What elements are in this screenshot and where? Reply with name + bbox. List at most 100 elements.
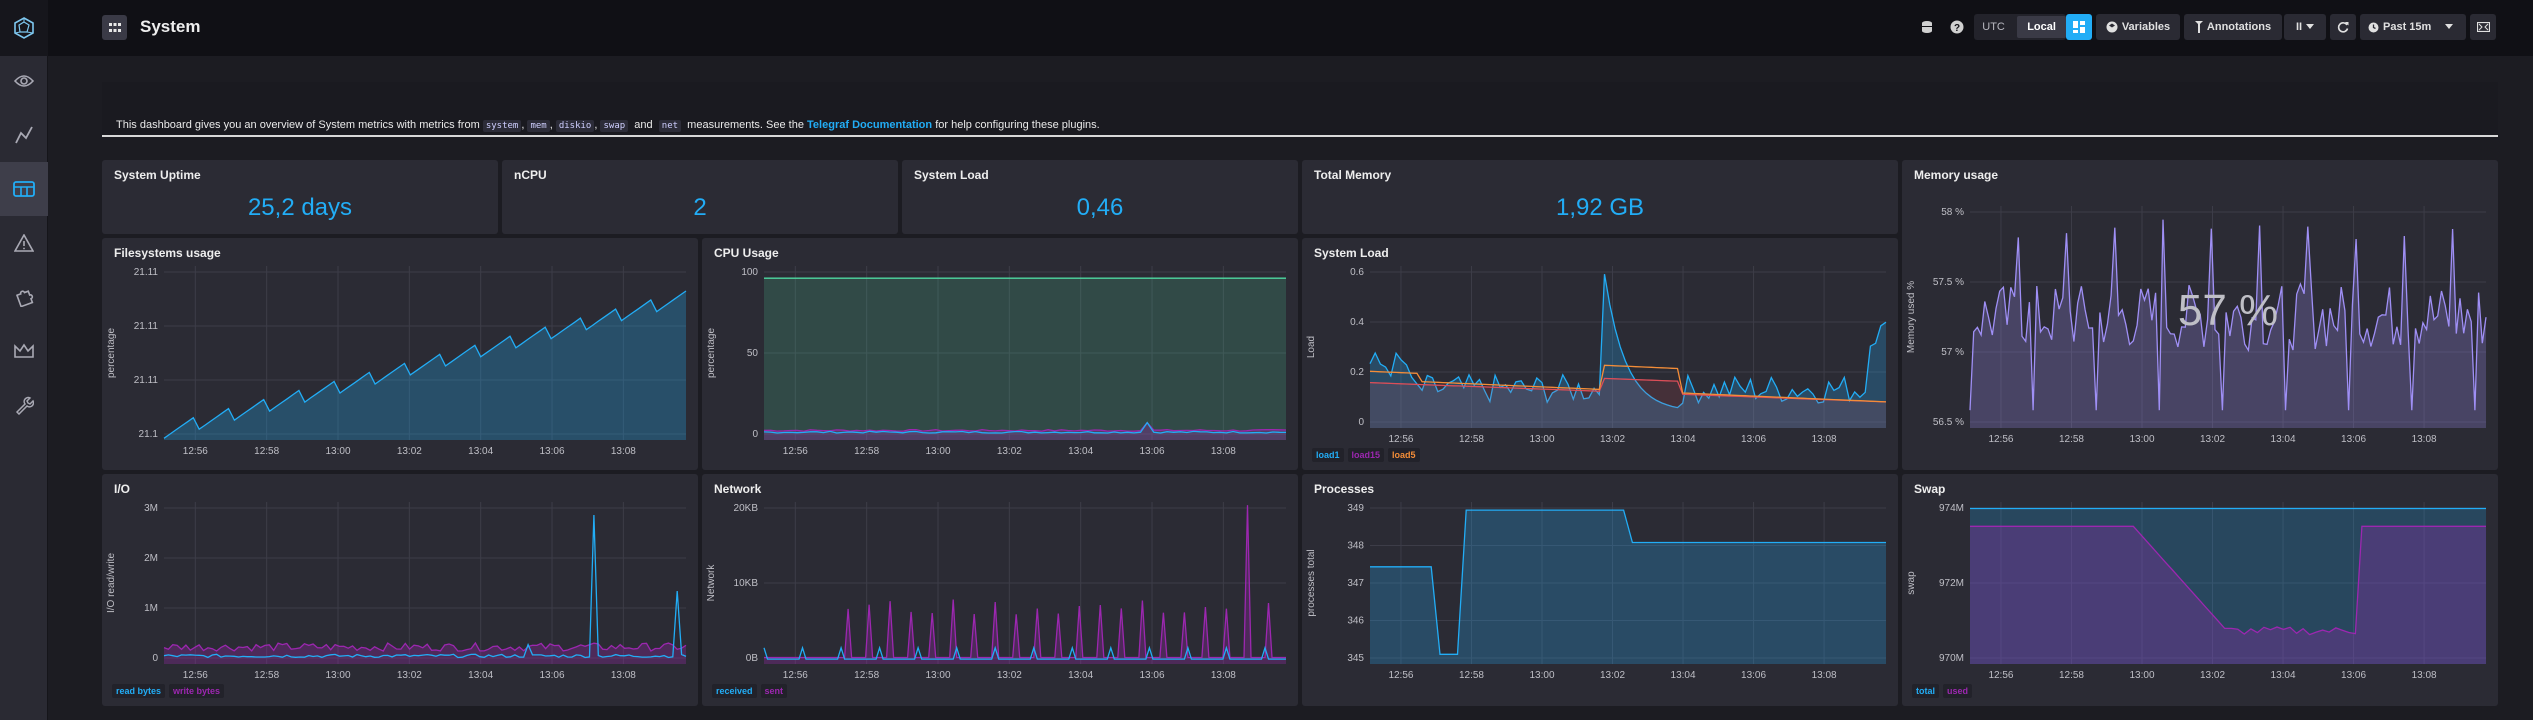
app-logo-icon[interactable] (0, 0, 48, 56)
io-graph-svg: I/O read/write 3M 2M 1M 0 12:56 12:58 13:00 13:0… (106, 502, 687, 681)
annotations-label: Annotations (2206, 21, 2272, 33)
legend-item[interactable]: sent (760, 684, 788, 698)
x-tick-label: 13:06 (1741, 670, 1766, 681)
x-tick-label: 13:00 (1529, 670, 1554, 681)
presentation-mode-button[interactable] (2470, 14, 2496, 40)
graph-panel-swap[interactable]: Swap swap 974M 972M 970M 12:56 12:58 13:00 13:02… (1902, 474, 2498, 706)
telegraf-docs-link[interactable]: Telegraf Documentation (807, 119, 932, 131)
legend-item[interactable]: used (1943, 684, 1973, 698)
eye-icon[interactable] (0, 54, 48, 108)
stat-panel-system-load: System Load 0,46 (902, 160, 1298, 234)
cpu-graph-svg: percentage 100 50 0 12:56 12:58 13:00 13:02 13:0… (706, 266, 1287, 457)
series-area (1370, 510, 1886, 664)
x-tick-label: 13:02 (2200, 670, 2225, 681)
x-tick-label: 12:56 (783, 446, 808, 457)
legend: load1 load15 load5 (1312, 448, 1420, 462)
time-range-dropdown[interactable]: Past 15m (2360, 14, 2466, 40)
y-tick-label: 21.11 (134, 375, 159, 386)
graph-panel-memory[interactable]: Memory usage Memory used % 58 % 57.5 % 57 % 5… (1902, 160, 2498, 470)
y-tick-label: 970M (1939, 653, 1964, 664)
series-area (164, 291, 686, 440)
annotations-button[interactable]: Annotations (2184, 14, 2282, 40)
puzzle-icon[interactable] (0, 270, 48, 324)
annotation-marker-icon (2194, 21, 2203, 33)
legend-item[interactable]: received (712, 684, 757, 698)
y-tick-label: 0 (752, 429, 758, 440)
x-tick-label: 13:06 (2341, 670, 2366, 681)
stat-value: 0,46 (1076, 194, 1124, 221)
grid-menu-icon (108, 22, 121, 32)
y-tick-label: 20KB (734, 503, 759, 514)
note-outro: for help configuring these plugins. (935, 119, 1100, 131)
note-see: measurements. See the (687, 119, 804, 131)
legend-item[interactable]: load1 (1312, 448, 1344, 462)
y-tick-label: 972M (1939, 578, 1964, 589)
x-tick-label: 13:08 (1812, 434, 1837, 445)
x-tick-label: 13:02 (397, 446, 422, 457)
alert-icon[interactable] (0, 216, 48, 270)
refresh-button[interactable] (2330, 14, 2356, 40)
y-tick-label: 58 % (1941, 207, 1964, 218)
legend-item[interactable]: total (1912, 684, 1939, 698)
y-tick-label: 0.4 (1350, 317, 1364, 328)
graph-panel-processes[interactable]: Processes processes total 349 348 347 346 345 1… (1302, 474, 1898, 706)
stat-panel-uptime: System Uptime 25,2 days (102, 160, 498, 234)
x-tick-label: 13:08 (1812, 670, 1837, 681)
graph-panel-system-load[interactable]: System Load Load 0.6 0.4 0.2 0 12:56 12:58 13:00… (1302, 238, 1898, 470)
legend-item[interactable]: write bytes (169, 684, 225, 698)
x-tick-label: 12:56 (783, 670, 808, 681)
y-tick-label: 0 (1358, 417, 1364, 428)
x-tick-label: 12:56 (1388, 434, 1413, 445)
x-tick-label: 12:56 (1988, 434, 2013, 445)
legend-item[interactable]: read bytes (112, 684, 166, 698)
dashboard-mode-button[interactable] (2066, 14, 2092, 40)
x-tick-label: 12:58 (1459, 670, 1484, 681)
measurement-diskio: diskio (555, 120, 595, 132)
cube-icon (2106, 21, 2118, 33)
panel-title: nCPU (514, 168, 547, 182)
help-icon[interactable]: ? (1946, 14, 1968, 40)
series-line (764, 505, 1286, 659)
crown-icon[interactable] (0, 324, 48, 378)
database-icon[interactable] (1916, 14, 1938, 40)
y-tick-label: 2M (144, 553, 158, 564)
y-tick-label: 21.11 (134, 321, 159, 332)
graph-panel-filesystems[interactable]: Filesystems usage percentage 21.11 21.11 21.… (102, 238, 698, 470)
autorefresh-dropdown[interactable]: II (2284, 14, 2326, 40)
y-tick-label: 0.2 (1350, 367, 1364, 378)
graph-panel-cpu[interactable]: CPU Usage percentage 100 50 0 12:56 12:58 13:00… (702, 238, 1298, 470)
y-axis-label: I/O read/write (106, 553, 117, 613)
x-tick-label: 12:56 (183, 670, 208, 681)
graph-panel-io[interactable]: I/O I/O read/write 3M 2M 1M 0 12:56 12:58 13:00 1… (102, 474, 698, 706)
y-tick-label: 974M (1939, 503, 1964, 514)
variables-button[interactable]: Variables (2096, 14, 2180, 40)
panel-title: System Uptime (114, 168, 201, 182)
note-separator: , (594, 119, 598, 131)
x-tick-label: 12:58 (254, 446, 279, 457)
stat-panel-total-memory: Total Memory 1,92 GB (1302, 160, 1898, 234)
wrench-icon[interactable] (0, 378, 48, 432)
measurement-mem: mem (527, 120, 550, 132)
x-tick-label: 12:58 (2059, 434, 2084, 445)
graph-icon[interactable] (0, 108, 48, 162)
measurement-system: system (482, 120, 522, 132)
legend-item[interactable]: load5 (1388, 448, 1420, 462)
x-tick-label: 13:04 (1671, 670, 1696, 681)
local-toggle[interactable]: Local (2017, 16, 2066, 38)
x-tick-label: 13:06 (1741, 434, 1766, 445)
y-tick-label: 347 (1347, 578, 1364, 589)
note-separator: , (549, 119, 553, 131)
utc-toggle[interactable]: UTC (1974, 21, 2013, 33)
x-tick-label: 13:00 (925, 446, 950, 457)
dashboard-menu-button[interactable] (102, 15, 127, 40)
y-tick-label: 56.5 % (1933, 417, 1964, 428)
x-tick-label: 12:58 (1459, 434, 1484, 445)
y-axis-label: Load (1306, 336, 1317, 358)
dashboard-icon[interactable] (0, 162, 48, 216)
page-title: System (140, 17, 201, 36)
x-tick-label: 12:58 (254, 670, 279, 681)
y-tick-label: 57 % (1941, 347, 1964, 358)
graph-panel-network[interactable]: Network Network 20KB 10KB 0B 12:56 12:58 13:00 1… (702, 474, 1298, 706)
legend-item[interactable]: load15 (1347, 448, 1385, 462)
timezone-toggle: UTC Local (1974, 14, 2066, 40)
